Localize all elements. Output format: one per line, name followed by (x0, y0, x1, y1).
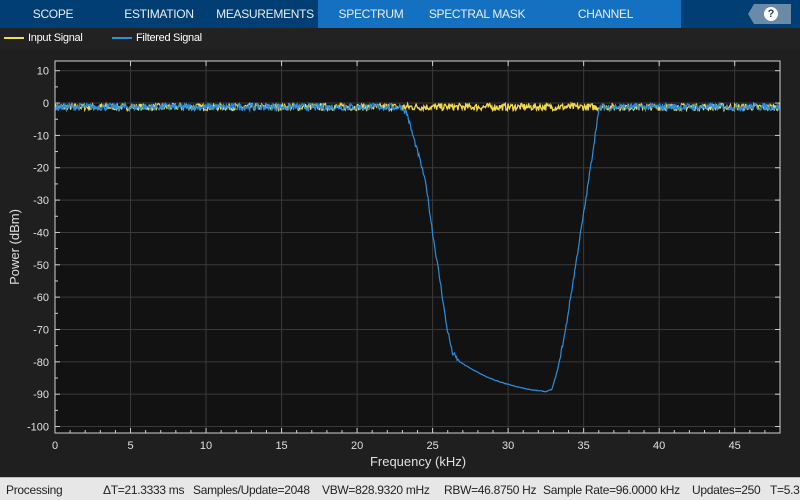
status-time: T=5.3 (770, 483, 800, 497)
legend-swatch (112, 37, 132, 39)
status-rbw: RBW=46.8750 Hz (444, 483, 537, 497)
tab-channel-measurements[interactable]: CHANNEL MEASUREMENTS (530, 0, 681, 50)
x-axis-label: Frequency (kHz) (370, 454, 466, 469)
y-tick-label: -40 (33, 227, 49, 239)
legend-label: Input Signal (28, 32, 83, 44)
tab-scope[interactable]: SCOPE (0, 0, 106, 28)
y-tick-label: -30 (33, 195, 49, 207)
tab-measurements[interactable]: MEASUREMENTS (212, 0, 318, 28)
x-tick-label: 10 (200, 440, 212, 452)
x-tick-label: 35 (578, 440, 590, 452)
x-tick-label: 30 (502, 440, 514, 452)
legend-swatch (4, 37, 24, 39)
status-updates: Updates=250 (692, 483, 761, 497)
spectrum-plot[interactable]: 0 5 10 15 20 25 30 35 40 45 10 0 -10 -20 -30 -40 -50 -60 -… (0, 50, 800, 477)
status-bar: Processing ΔT=21.3333 ms Samples/Update=… (0, 477, 800, 500)
y-tick-label: -100 (27, 422, 49, 434)
help-button[interactable]: ? (748, 4, 791, 24)
y-tick-label: -50 (33, 260, 49, 272)
status-sample-rate: Sample Rate=96.0000 kHz (543, 483, 680, 497)
x-tick-label: 45 (729, 440, 741, 452)
y-axis-label: Power (dBm) (7, 209, 22, 285)
status-state: Processing (6, 483, 63, 497)
x-tick-label: 25 (426, 440, 438, 452)
y-tick-label: 10 (37, 66, 49, 78)
y-tick-label: 0 (43, 98, 49, 110)
y-tick-label: -80 (33, 357, 49, 369)
y-tick-label: -90 (33, 389, 49, 401)
y-tick-label: -20 (33, 163, 49, 175)
toolstrip: SCOPE ESTIMATION MEASUREMENTS SPECTRUM S… (0, 0, 800, 50)
legend-label: Filtered Signal (136, 32, 202, 44)
help-icon: ? (764, 7, 778, 21)
x-tick-label: 5 (127, 440, 133, 452)
y-tick-label: -60 (33, 292, 49, 304)
y-tick-label: -70 (33, 324, 49, 336)
legend-item-filtered-signal[interactable]: Filtered Signal (112, 32, 202, 44)
tab-estimation[interactable]: ESTIMATION (106, 0, 212, 28)
legend: Input Signal Filtered Signal (0, 28, 800, 50)
status-delta-t: ΔT=21.3333 ms (103, 483, 185, 497)
y-tick-label: -10 (33, 130, 49, 142)
x-tick-label: 40 (653, 440, 665, 452)
x-tick-label: 20 (351, 440, 363, 452)
tab-spectral-mask[interactable]: SPECTRAL MASK (424, 0, 530, 28)
plot-area (55, 61, 780, 433)
tab-spectrum[interactable]: SPECTRUM (318, 0, 424, 28)
legend-item-input-signal[interactable]: Input Signal (4, 32, 83, 44)
status-samples: Samples/Update=2048 (193, 483, 310, 497)
x-tick-label: 15 (275, 440, 287, 452)
status-vbw: VBW=828.9320 mHz (322, 483, 430, 497)
x-tick-label: 0 (52, 440, 58, 452)
